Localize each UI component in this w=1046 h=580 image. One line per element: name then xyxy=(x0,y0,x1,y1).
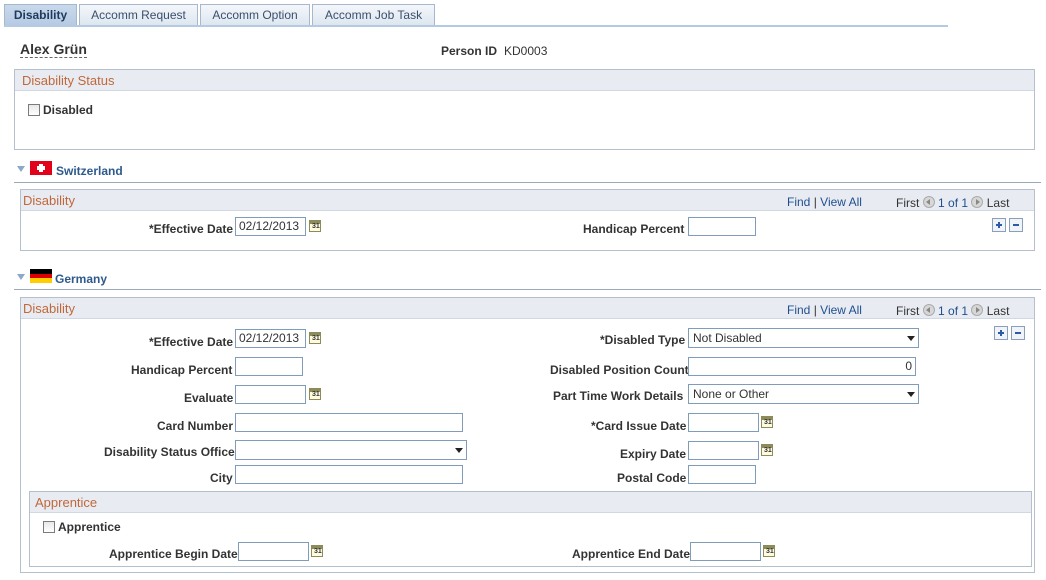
card-issue-date-label: *Card Issue Date xyxy=(591,419,687,433)
last-label: Last xyxy=(986,196,1010,210)
evaluate-label: Evaluate xyxy=(184,391,234,405)
card-number-input[interactable] xyxy=(235,413,463,432)
calendar-icon[interactable]: 31 xyxy=(309,388,321,400)
city-input[interactable] xyxy=(235,465,463,484)
disability-status-box: Disability Status Disabled xyxy=(14,69,1035,150)
effective-date-label: *Effective Date xyxy=(149,335,234,349)
section-germany: Germany xyxy=(55,272,108,286)
expiry-date-label: Expiry Date xyxy=(620,447,687,461)
effective-date-label: *Effective Date xyxy=(149,222,234,236)
effective-date-input[interactable]: 02/12/2013 xyxy=(235,217,306,236)
calendar-icon[interactable]: 31 xyxy=(309,332,321,344)
card-number-label: Card Number xyxy=(157,419,234,433)
part-time-work-details-label: Part Time Work Details xyxy=(553,389,684,403)
switzerland-box-title: Disability xyxy=(23,193,76,208)
add-row-button[interactable] xyxy=(994,326,1008,340)
switzerland-disability-box: Disability Find | View All First 1 of 1 … xyxy=(20,189,1035,251)
apprentice-begin-date-input[interactable] xyxy=(238,542,309,561)
find-link[interactable]: Find xyxy=(787,195,810,209)
apprentice-end-date-label: Apprentice End Date xyxy=(572,547,691,561)
germany-box-header xyxy=(21,298,1034,319)
previous-row-icon[interactable] xyxy=(922,304,935,316)
effective-date-input[interactable]: 02/12/2013 xyxy=(235,329,306,348)
germany-paging: First 1 of 1 Last xyxy=(896,303,1009,318)
handicap-percent-label: Handicap Percent xyxy=(583,222,685,236)
nav-separator: | xyxy=(813,195,817,209)
apprentice-checkbox[interactable] xyxy=(43,521,55,533)
previous-row-icon[interactable] xyxy=(922,196,935,208)
first-label: First xyxy=(896,196,920,210)
nav-separator: | xyxy=(813,303,817,317)
disability-status-office-select[interactable] xyxy=(235,440,467,460)
tab-disability[interactable]: Disability xyxy=(4,4,77,27)
calendar-icon[interactable]: 31 xyxy=(309,220,321,232)
part-time-work-details-select[interactable]: None or Other xyxy=(688,384,919,404)
germany-box-title: Disability xyxy=(23,301,76,316)
next-row-icon[interactable] xyxy=(971,304,984,316)
switzerland-paging: First 1 of 1 Last xyxy=(896,195,1009,210)
next-row-icon[interactable] xyxy=(971,196,984,208)
switzerland-box-header xyxy=(21,190,1034,211)
city-label: City xyxy=(210,471,233,485)
view-all-link[interactable]: View All xyxy=(820,195,862,209)
calendar-icon[interactable]: 31 xyxy=(763,545,775,557)
add-row-button[interactable] xyxy=(992,218,1006,232)
disability-status-office-label: Disability Status Office xyxy=(104,445,235,459)
apprentice-end-date-input[interactable] xyxy=(690,542,761,561)
apprentice-begin-date-label: Apprentice Begin Date xyxy=(109,547,238,561)
switzerland-divider xyxy=(14,182,1041,183)
disabled-checkbox[interactable] xyxy=(28,104,40,116)
delete-row-button[interactable] xyxy=(1009,218,1023,232)
delete-row-button[interactable] xyxy=(1011,326,1025,340)
last-label: Last xyxy=(986,304,1010,318)
tab-accomm-job-task[interactable]: Accomm Job Task xyxy=(312,4,435,25)
person-id-label: Person ID xyxy=(441,44,498,58)
disability-status-header xyxy=(15,70,1034,91)
row-count: 1 of 1 xyxy=(938,304,969,318)
view-all-link[interactable]: View All xyxy=(820,303,862,317)
person-id-value: KD0003 xyxy=(504,44,548,58)
germany-divider xyxy=(14,289,1041,290)
apprentice-box: Apprentice Apprentice Apprentice Begin D… xyxy=(29,491,1032,567)
expiry-date-input[interactable] xyxy=(688,441,759,460)
first-label: First xyxy=(896,304,920,318)
card-issue-date-input[interactable] xyxy=(688,413,759,432)
switzerland-grid-nav: Find | View All xyxy=(787,195,862,209)
collapse-germany-icon[interactable] xyxy=(17,274,25,280)
calendar-icon[interactable]: 31 xyxy=(311,545,323,557)
find-link[interactable]: Find xyxy=(787,303,810,317)
tab-underline xyxy=(4,25,948,27)
tab-accomm-request[interactable]: Accomm Request xyxy=(79,4,198,25)
person-name: Alex Grün xyxy=(20,41,87,58)
german-flag-icon xyxy=(30,269,52,283)
disabled-type-select[interactable]: Not Disabled xyxy=(688,328,919,348)
apprentice-title: Apprentice xyxy=(35,495,98,510)
swiss-flag-icon xyxy=(30,161,52,175)
disabled-position-count-label: Disabled Position Count xyxy=(550,363,689,377)
row-count: 1 of 1 xyxy=(938,196,969,210)
apprentice-label: Apprentice xyxy=(58,520,121,534)
postal-code-label: Postal Code xyxy=(617,471,687,485)
postal-code-input[interactable] xyxy=(688,465,756,484)
apprentice-header xyxy=(30,492,1031,513)
handicap-percent-input[interactable] xyxy=(235,357,303,376)
calendar-icon[interactable]: 31 xyxy=(761,416,773,428)
tab-accomm-option[interactable]: Accomm Option xyxy=(200,4,310,25)
germany-disability-box: Disability Find | View All First 1 of 1 … xyxy=(20,297,1035,573)
germany-grid-nav: Find | View All xyxy=(787,303,862,317)
disabled-type-label: *Disabled Type xyxy=(600,333,686,347)
calendar-icon[interactable]: 31 xyxy=(761,444,773,456)
disabled-position-count-input[interactable]: 0 xyxy=(688,357,916,376)
disabled-label: Disabled xyxy=(43,103,94,117)
evaluate-date-input[interactable] xyxy=(235,385,306,404)
section-switzerland: Switzerland xyxy=(56,164,123,178)
handicap-percent-label: Handicap Percent xyxy=(131,363,233,377)
disability-status-title: Disability Status xyxy=(22,73,115,88)
handicap-percent-input[interactable] xyxy=(688,217,756,236)
collapse-switzerland-icon[interactable] xyxy=(17,166,25,172)
